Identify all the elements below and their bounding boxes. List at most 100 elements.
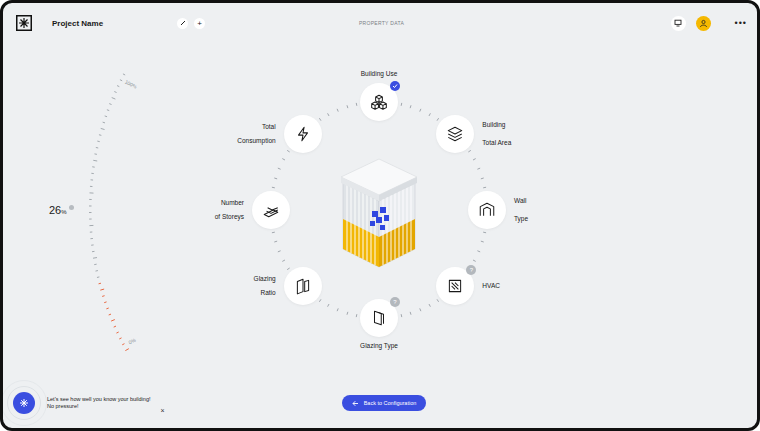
ring-tick xyxy=(481,241,484,243)
ring-tick xyxy=(481,177,484,179)
gauge-tick xyxy=(97,141,99,143)
gauge-tick xyxy=(107,109,109,111)
ring-tick xyxy=(337,109,338,112)
gauge-tick xyxy=(114,92,116,93)
gauge-tick xyxy=(89,205,91,206)
ring-tick xyxy=(473,159,476,160)
edit-button[interactable] xyxy=(177,18,188,29)
gauge-tick xyxy=(92,251,94,252)
gauge-tick xyxy=(101,128,105,129)
node-label: Building Use xyxy=(361,70,398,78)
gauge-tick xyxy=(100,289,104,290)
ring-tick xyxy=(282,159,285,160)
gauge-tick xyxy=(90,231,92,232)
node-circle[interactable] xyxy=(284,267,322,305)
ring-tick xyxy=(278,168,281,169)
ring-tick xyxy=(420,109,421,112)
gauge-tick xyxy=(89,212,91,213)
gauge-tick xyxy=(94,153,96,154)
back-button[interactable]: Back to Configuration xyxy=(342,395,427,411)
ring-tick xyxy=(410,312,412,315)
ring-tick xyxy=(477,168,480,169)
building-illustration xyxy=(338,155,420,271)
gauge-tick xyxy=(116,332,118,333)
more-menu[interactable]: ••• xyxy=(735,18,747,28)
arrow-left-icon xyxy=(352,400,359,407)
ring-tick xyxy=(429,113,430,116)
property-icon xyxy=(370,309,388,327)
add-button[interactable]: + xyxy=(194,18,205,29)
check-badge-icon xyxy=(390,81,400,91)
node-circle[interactable] xyxy=(436,115,474,153)
ring-tick xyxy=(328,304,329,307)
node-circle[interactable]: ? xyxy=(360,299,398,337)
gauge-tick xyxy=(90,186,92,187)
gauge-tick xyxy=(99,134,101,136)
gauge-tick xyxy=(119,338,121,339)
property-icon xyxy=(478,201,496,219)
node-circle[interactable] xyxy=(252,191,290,229)
display-button[interactable] xyxy=(671,16,686,31)
close-button[interactable]: × xyxy=(160,407,164,414)
ring-tick xyxy=(420,308,421,311)
ring-tick xyxy=(477,251,480,252)
gauge-tick xyxy=(104,301,106,303)
gauge-tick xyxy=(96,147,98,149)
logo-mark-icon xyxy=(16,15,32,31)
gauge-tick xyxy=(102,295,104,297)
ring-tick xyxy=(287,268,290,270)
gauge-tick xyxy=(96,270,98,272)
node-label: GlazingRatio xyxy=(254,275,276,297)
ring-tick xyxy=(319,299,321,302)
gauge-tick xyxy=(97,276,99,278)
assistant: Let's see how well you know your buildin… xyxy=(11,390,342,416)
gauge-tick xyxy=(94,264,96,265)
user-icon xyxy=(699,19,708,28)
gauge-tick xyxy=(90,192,94,193)
gauge-max-label: 100% xyxy=(124,78,138,89)
section-title: PROPERTY DATA xyxy=(359,20,404,26)
gauge-tick xyxy=(91,179,93,180)
gauge-tick xyxy=(92,166,94,167)
node-circle[interactable] xyxy=(284,115,322,153)
gauge-tick xyxy=(90,238,92,239)
help-badge[interactable]: ? xyxy=(390,297,400,307)
ring-tick xyxy=(473,260,476,261)
ring-tick xyxy=(319,118,321,121)
gauge-tick xyxy=(105,115,107,117)
ring-tick xyxy=(346,312,348,315)
assistant-message: Let's see how well you know your buildin… xyxy=(47,396,150,411)
node-circle[interactable]: ? xyxy=(436,267,474,305)
node-circle[interactable] xyxy=(360,83,398,121)
ring-tick xyxy=(274,241,277,243)
gauge-tick xyxy=(109,103,111,105)
node-circle[interactable] xyxy=(468,191,506,229)
ring-tick xyxy=(483,187,486,189)
ring-tick xyxy=(278,251,281,252)
ring-tick xyxy=(272,232,275,234)
ring-tick xyxy=(328,113,329,116)
ring-tick xyxy=(437,299,439,302)
pencil-icon xyxy=(180,20,186,26)
ring-tick xyxy=(337,308,338,311)
gauge-tick xyxy=(123,74,125,75)
assistant-button[interactable] xyxy=(13,392,35,414)
gauge-tick xyxy=(91,244,93,245)
gauge-tick xyxy=(89,225,93,226)
property-icon xyxy=(370,93,388,111)
ring-tick xyxy=(356,103,358,106)
ring-tick xyxy=(468,150,471,152)
ring-tick xyxy=(282,260,285,261)
gauge-tick xyxy=(111,320,115,322)
ring-tick xyxy=(274,177,277,179)
project-name[interactable]: Project Name xyxy=(52,19,103,28)
user-avatar[interactable] xyxy=(696,16,711,31)
top-bar: Project Name + PROPERTY DATA ••• xyxy=(3,3,757,43)
ring-tick xyxy=(437,118,439,121)
help-badge[interactable]: ? xyxy=(466,265,476,275)
gauge-tick xyxy=(91,173,93,174)
info-icon[interactable] xyxy=(69,205,74,210)
gauge-tick xyxy=(93,257,97,259)
logo-icon[interactable] xyxy=(16,15,32,31)
ring-tick xyxy=(410,105,412,108)
